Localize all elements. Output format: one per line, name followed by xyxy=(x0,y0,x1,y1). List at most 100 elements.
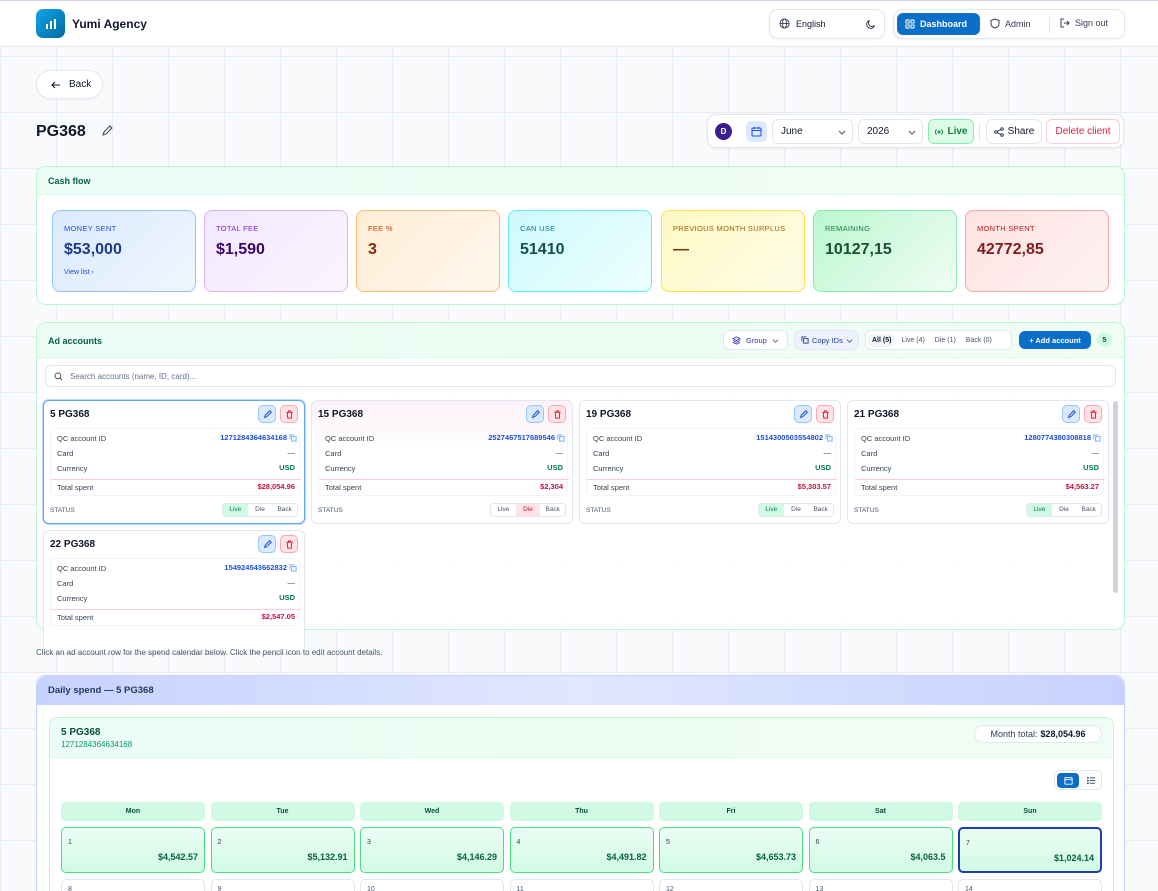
copy-icon[interactable] xyxy=(1093,434,1101,442)
copy-icon[interactable] xyxy=(557,434,565,442)
nav-signout[interactable]: Sign out xyxy=(1060,18,1108,28)
trash-icon[interactable] xyxy=(548,405,566,423)
edit-pencil-icon[interactable] xyxy=(1062,405,1080,423)
status-option-back[interactable]: Back xyxy=(272,504,297,516)
status-option-back[interactable]: Back xyxy=(1076,504,1101,516)
cards-scrollbar[interactable] xyxy=(1113,401,1118,593)
day-number: 9 xyxy=(217,886,222,891)
status-option-die[interactable]: Die xyxy=(784,504,809,516)
calendar-day[interactable]: 12 xyxy=(659,879,803,891)
status-option-die[interactable]: Die xyxy=(515,504,541,516)
filter-live[interactable]: Live (4) xyxy=(897,334,928,347)
search-input[interactable] xyxy=(70,369,970,384)
calendar-day[interactable]: 7 $1,024.14 xyxy=(958,827,1102,873)
calendar-day[interactable]: 1 $4,542.57 xyxy=(61,827,205,873)
trash-icon[interactable] xyxy=(280,535,298,553)
copy-icon[interactable] xyxy=(289,434,297,442)
weekday-header: Fri xyxy=(659,802,803,821)
edit-pencil-icon[interactable] xyxy=(258,535,276,553)
calendar-day[interactable]: 13 xyxy=(808,879,953,891)
copy-icon[interactable] xyxy=(825,434,833,442)
trash-icon[interactable] xyxy=(280,405,298,423)
qc-id-value[interactable]: 1280774380308818 xyxy=(1024,433,1091,442)
nav-dashboard[interactable]: Dashboard xyxy=(897,13,980,35)
month-select[interactable]: June xyxy=(772,119,853,144)
calendar-day[interactable]: 6 $4,063.5 xyxy=(808,827,953,873)
filter-all[interactable]: All (5) xyxy=(868,333,896,347)
qc-id-value[interactable]: 1514300503554802 xyxy=(756,433,823,442)
calendar-day[interactable]: 11 xyxy=(509,879,654,891)
calendar-day[interactable]: 4 $4,491.82 xyxy=(509,827,654,873)
nav-admin[interactable]: Admin xyxy=(990,18,1031,29)
avatar[interactable]: D xyxy=(715,123,732,140)
account-card[interactable]: 15 PG368 QC account ID 2527467517689546 … xyxy=(311,400,573,524)
row-card: Card — xyxy=(51,576,301,591)
calendar-day[interactable]: 14 xyxy=(958,879,1102,891)
copy-icon[interactable] xyxy=(289,564,297,572)
stat-label: MONEY SENT xyxy=(64,224,117,233)
edit-pencil-icon[interactable] xyxy=(526,405,544,423)
live-button[interactable]: Live xyxy=(928,119,974,144)
status-option-back[interactable]: Back xyxy=(540,504,565,516)
account-card[interactable]: 19 PG368 QC account ID 1514300503554802 … xyxy=(579,400,841,524)
delete-client-button[interactable]: Delete client xyxy=(1046,119,1120,144)
calendar-day[interactable]: 9 xyxy=(210,879,355,891)
list-view-icon[interactable] xyxy=(1081,773,1101,788)
status-option-live[interactable]: Live xyxy=(759,504,784,516)
day-number: 8 xyxy=(68,886,72,891)
back-button[interactable]: Back xyxy=(36,70,103,99)
calendar-icon[interactable] xyxy=(746,121,767,142)
edit-pencil-icon[interactable] xyxy=(258,405,276,423)
add-account-button[interactable]: + Add account xyxy=(1019,331,1091,349)
copy-ids-button[interactable]: Copy IDs xyxy=(794,330,859,350)
filter-back[interactable]: Back (0) xyxy=(962,334,996,347)
status-option-back[interactable]: Back xyxy=(808,504,833,516)
status-option-die[interactable]: Die xyxy=(248,504,273,516)
card-value: — xyxy=(823,448,832,457)
language-switcher[interactable]: English xyxy=(769,9,885,39)
group-button[interactable]: Group xyxy=(723,330,788,350)
account-card[interactable]: 5 PG368 QC account ID 1271284364634168 C… xyxy=(43,400,305,524)
share-button[interactable]: Share xyxy=(986,119,1042,144)
trash-icon[interactable] xyxy=(1084,405,1102,423)
row-card: Card — xyxy=(51,446,301,461)
row-total-spent: Total spent $5,303.57 xyxy=(587,479,837,494)
view-list-link[interactable]: View list › xyxy=(64,269,94,276)
account-card[interactable]: 21 PG368 QC account ID 1280774380308818 … xyxy=(847,400,1109,524)
account-card[interactable]: 22 PG368 QC account ID 154924543662832 C… xyxy=(43,530,305,654)
brand-name: Yumi Agency xyxy=(72,17,147,31)
moon-icon[interactable] xyxy=(865,18,877,30)
status-option-live[interactable]: Live xyxy=(491,504,516,516)
edit-pencil-icon[interactable] xyxy=(794,405,812,423)
calendar-day[interactable]: 10 xyxy=(360,879,504,891)
weekday-header: Tue xyxy=(210,802,355,821)
stat-label: FEE % xyxy=(368,224,393,233)
status-option-die[interactable]: Die xyxy=(1052,504,1077,516)
qc-id-value[interactable]: 154924543662832 xyxy=(224,563,287,572)
calendar-day[interactable]: 3 $4,146.29 xyxy=(360,827,504,873)
calendar-day[interactable]: 8 xyxy=(61,879,205,891)
qc-id-value[interactable]: 2527467517689546 xyxy=(488,433,555,442)
stat-fee-percent: FEE % 3 xyxy=(356,210,500,292)
chart-logo-icon[interactable] xyxy=(36,9,65,38)
status-option-live[interactable]: Live xyxy=(1027,504,1052,516)
calendar-header: 5 PG368 1271284364634168 Month total: $2… xyxy=(50,718,1113,758)
year-select[interactable]: 2026 xyxy=(858,119,923,144)
day-number: 7 xyxy=(966,840,970,847)
calendar-day[interactable]: 2 $5,132.91 xyxy=(210,827,355,873)
trash-icon[interactable] xyxy=(816,405,834,423)
calendar-view-icon[interactable] xyxy=(1057,773,1079,788)
card-value: — xyxy=(1091,448,1100,457)
month-total-value: $28,054.96 xyxy=(1040,729,1086,739)
row-currency: Currency USD xyxy=(319,461,569,476)
status-option-live[interactable]: Live xyxy=(223,504,248,516)
row-label: Total spent xyxy=(57,613,94,622)
back-label: Back xyxy=(69,79,92,90)
weekday-header: Wed xyxy=(360,802,504,821)
qc-id-value[interactable]: 1271284364634168 xyxy=(220,433,287,442)
filter-die[interactable]: Die (1) xyxy=(931,334,960,347)
row-label: Currency xyxy=(57,464,88,473)
status-label: STATUS xyxy=(318,507,343,514)
edit-title-pencil-icon[interactable] xyxy=(101,125,113,137)
calendar-day[interactable]: 5 $4,653.73 xyxy=(659,827,803,873)
